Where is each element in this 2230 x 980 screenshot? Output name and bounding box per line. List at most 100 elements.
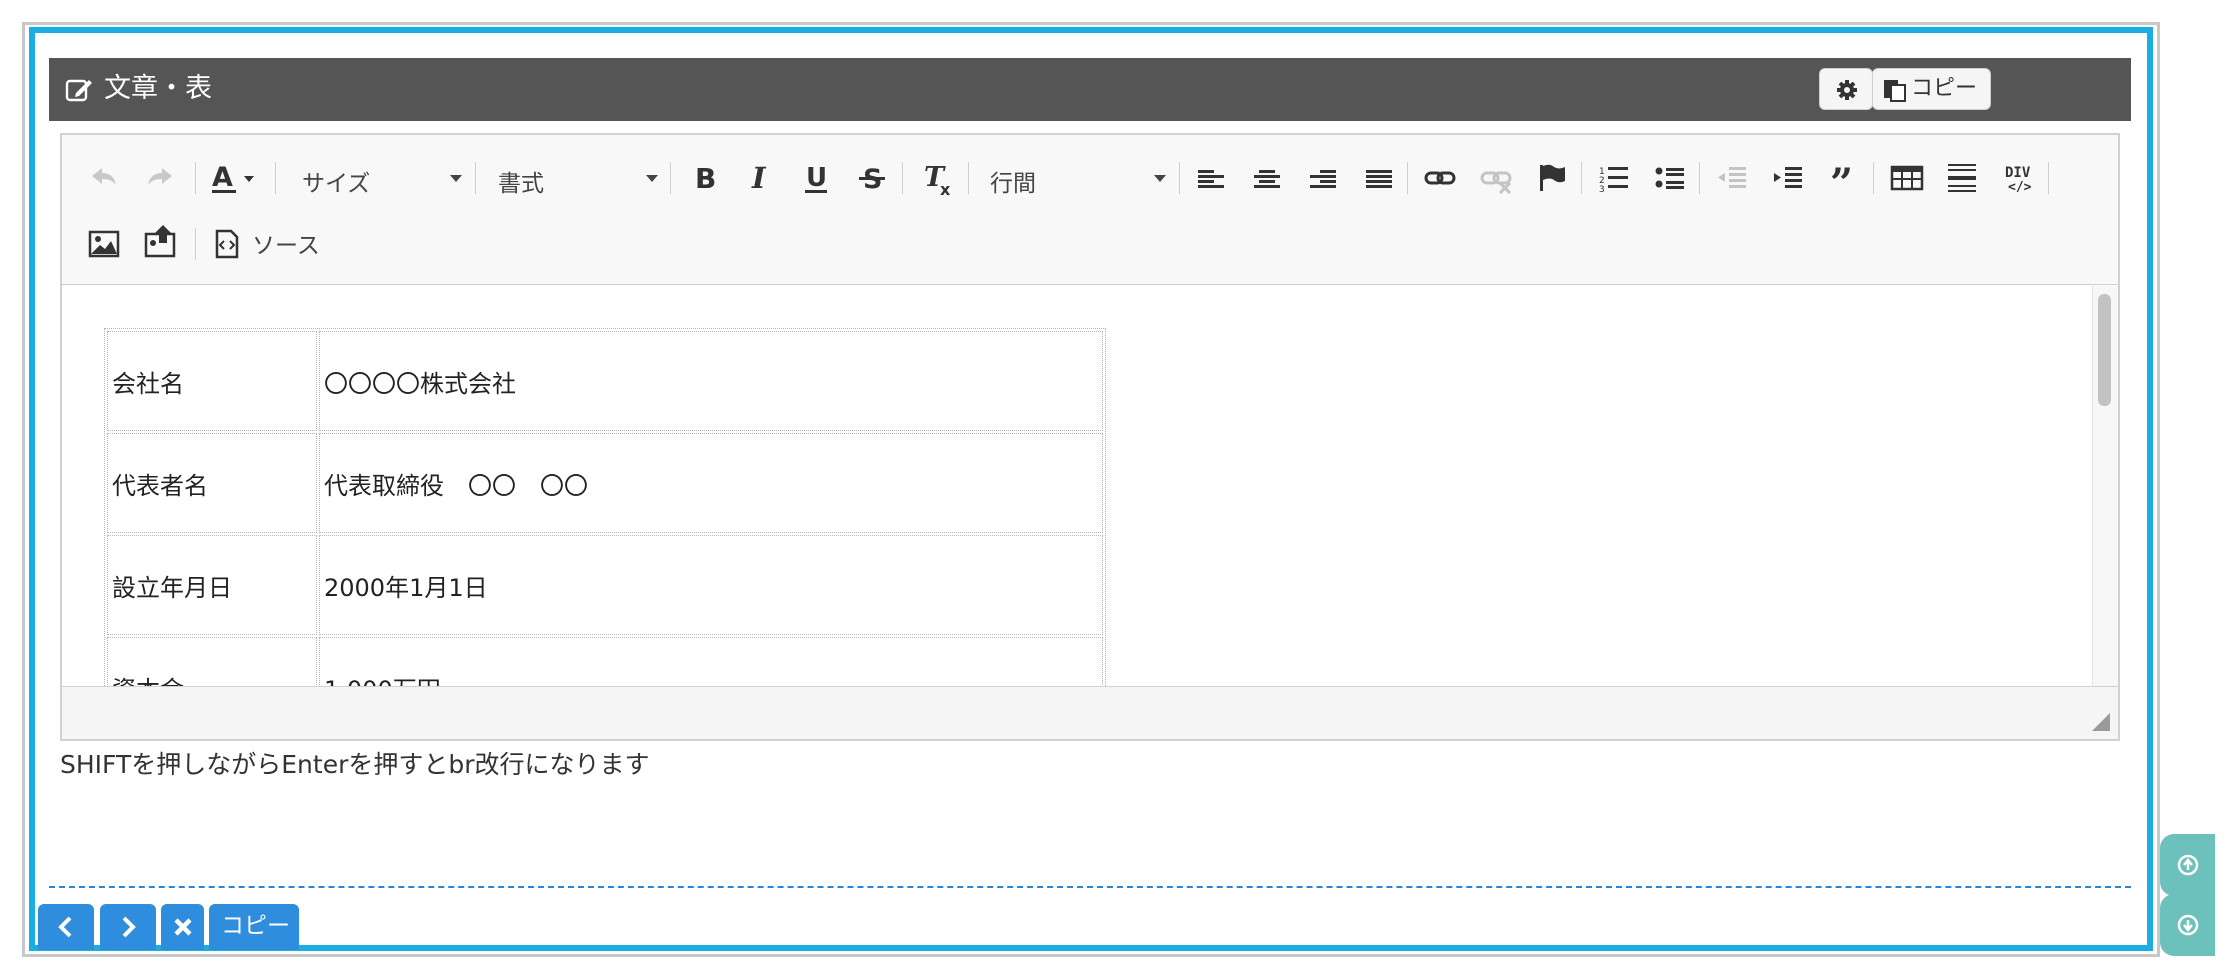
redo-icon xyxy=(142,155,178,201)
insert-image-button[interactable] xyxy=(86,221,122,267)
editor-content-area[interactable]: 会社名 〇〇〇〇株式会社 代表者名 代表取締役 〇〇 〇〇 設立年月日 2000… xyxy=(62,286,2118,686)
svg-text:”: ” xyxy=(1830,160,1853,201)
table-row: 会社名 〇〇〇〇株式会社 xyxy=(107,331,1103,431)
bold-button[interactable]: B xyxy=(686,155,722,201)
table-cell-value[interactable]: 代表取締役 〇〇 〇〇 xyxy=(319,433,1103,533)
editor-scrollbar[interactable] xyxy=(2092,286,2118,686)
toolbar-separator xyxy=(2048,162,2049,194)
rich-text-editor: A サイズ 書式 B I U S Tx 行間 xyxy=(60,133,2120,741)
remove-format-icon: Tx xyxy=(918,155,958,201)
align-center-button[interactable] xyxy=(1250,155,1284,201)
blockquote-button[interactable]: ” xyxy=(1826,155,1862,201)
align-left-button[interactable] xyxy=(1194,155,1228,201)
table-cell-value[interactable]: 〇〇〇〇株式会社 xyxy=(319,331,1103,431)
image-icon xyxy=(86,221,122,267)
dashed-divider xyxy=(49,886,2131,888)
indent-icon xyxy=(1770,155,1806,201)
source-code-icon xyxy=(212,221,242,267)
copy-button[interactable]: コピー xyxy=(1872,68,1991,110)
gear-icon xyxy=(1836,79,1858,105)
indent-button[interactable] xyxy=(1770,155,1806,201)
strikethrough-icon: S xyxy=(854,155,890,201)
justify-button[interactable] xyxy=(1362,155,1396,201)
table-cell-value[interactable]: 2000年1月1日 xyxy=(319,535,1103,635)
edit-icon xyxy=(65,76,93,104)
scroll-up-button[interactable] xyxy=(2160,834,2215,896)
svg-text:DIV: DIV xyxy=(2005,165,2031,181)
align-right-icon xyxy=(1306,155,1340,201)
table-cell-key[interactable]: 代表者名 xyxy=(107,433,317,533)
toolbar-separator xyxy=(1581,162,1582,194)
justify-icon xyxy=(1362,155,1396,201)
horizontal-rule-button[interactable] xyxy=(1944,155,1980,201)
chevron-down-icon xyxy=(450,175,462,182)
chevron-down-icon xyxy=(646,175,658,182)
source-button[interactable] xyxy=(212,221,242,267)
redo-button[interactable] xyxy=(142,155,178,201)
source-label: ソース xyxy=(252,233,320,259)
flag-icon xyxy=(1534,155,1570,201)
underline-button[interactable]: U xyxy=(798,155,834,201)
toolbar-separator xyxy=(968,162,969,194)
scroll-down-button[interactable] xyxy=(2160,894,2215,956)
toolbar-separator xyxy=(670,162,671,194)
numbered-list-icon: 123 xyxy=(1596,155,1632,201)
table-cell-value[interactable]: 1,000万円 xyxy=(319,637,1103,686)
editor-toolbar: A サイズ 書式 B I U S Tx 行間 xyxy=(62,135,2118,285)
line-spacing-dropdown[interactable]: 行間 xyxy=(990,155,1166,201)
table-row: 資本金 1,000万円 xyxy=(107,637,1103,686)
div-icon: DIV </> xyxy=(2000,155,2040,201)
anchor-button[interactable] xyxy=(1534,155,1570,201)
table-row: 設立年月日 2000年1月1日 xyxy=(107,535,1103,635)
quote-icon: ” xyxy=(1826,155,1862,201)
table-cell-key[interactable]: 資本金 xyxy=(107,637,317,686)
svg-text:x: x xyxy=(940,180,951,199)
text-color-button[interactable]: A xyxy=(210,155,260,201)
remove-format-button[interactable]: Tx xyxy=(918,155,958,201)
toolbar-separator xyxy=(1873,162,1874,194)
svg-text:3: 3 xyxy=(1599,185,1605,195)
svg-text:U: U xyxy=(806,163,827,193)
move-left-button[interactable] xyxy=(38,904,94,950)
svg-text:B: B xyxy=(695,162,716,195)
insert-link-button[interactable] xyxy=(1422,155,1458,201)
bullet-list-button[interactable] xyxy=(1652,155,1688,201)
settings-button[interactable] xyxy=(1819,68,1873,110)
font-size-dropdown[interactable]: サイズ xyxy=(302,155,462,201)
insert-div-button[interactable]: DIV </> xyxy=(2000,155,2040,201)
remove-link-button[interactable] xyxy=(1478,155,1514,201)
delete-button[interactable] xyxy=(161,904,204,950)
strikethrough-button[interactable]: S xyxy=(854,155,890,201)
move-right-button[interactable] xyxy=(100,904,156,950)
align-right-button[interactable] xyxy=(1306,155,1340,201)
copy-block-button[interactable]: コピー xyxy=(209,904,299,950)
insert-table-button[interactable] xyxy=(1888,155,1926,201)
copy-button-label: コピー xyxy=(1911,76,1978,101)
scrollbar-thumb[interactable] xyxy=(2098,294,2111,406)
toolbar-separator xyxy=(1407,162,1408,194)
table-cell-key[interactable]: 会社名 xyxy=(107,331,317,431)
svg-text:A: A xyxy=(212,162,233,193)
text-color-icon: A xyxy=(210,155,260,201)
underline-icon: U xyxy=(798,155,834,201)
align-center-icon xyxy=(1250,155,1284,201)
editor-hint: SHIFTを押しながらEnterを押すとbr改行になります xyxy=(60,750,650,779)
upload-icon xyxy=(142,221,178,267)
link-icon xyxy=(1422,155,1458,201)
undo-button[interactable] xyxy=(86,155,122,201)
block-title: 文章・表 xyxy=(104,73,212,104)
toolbar-separator xyxy=(1699,162,1700,194)
copy-block-label: コピー xyxy=(221,913,290,939)
format-dropdown[interactable]: 書式 xyxy=(498,155,658,201)
upload-image-button[interactable] xyxy=(142,221,178,267)
table-cell-key[interactable]: 設立年月日 xyxy=(107,535,317,635)
toolbar-separator xyxy=(195,228,196,260)
bold-icon: B xyxy=(686,155,722,201)
chevron-down-icon xyxy=(1154,175,1166,182)
italic-icon: I xyxy=(742,155,778,201)
toolbar-separator xyxy=(475,162,476,194)
italic-button[interactable]: I xyxy=(742,155,778,201)
numbered-list-button[interactable]: 123 xyxy=(1596,155,1632,201)
outdent-button[interactable] xyxy=(1714,155,1750,201)
resize-handle-icon[interactable] xyxy=(2092,713,2110,731)
